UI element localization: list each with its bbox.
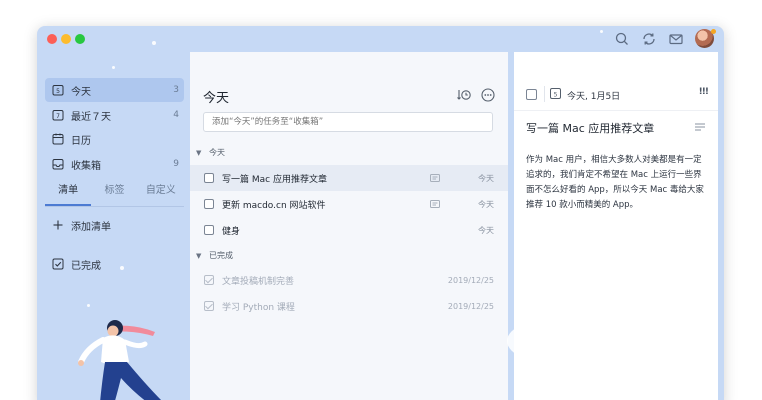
snowflake-decoration — [152, 41, 156, 45]
task-title: 写一篇 Mac 应用推荐文章 — [222, 174, 327, 185]
runner-illustration — [78, 320, 162, 400]
week-calendar-icon: 7 — [52, 109, 64, 121]
notification-dot — [711, 29, 716, 34]
search-icon[interactable] — [614, 31, 630, 47]
sidebar-item-label: 日历 — [71, 135, 91, 147]
sidebar-item-count: 9 — [173, 159, 179, 169]
task-title: 更新 macdo.cn 网站软件 — [222, 200, 326, 211]
plus-icon — [52, 219, 64, 231]
description-menu-icon[interactable] — [695, 123, 705, 131]
sync-icon[interactable] — [641, 31, 657, 47]
note-icon — [430, 200, 440, 208]
task-date: 今天 — [478, 225, 494, 235]
more-options-icon[interactable] — [480, 87, 496, 103]
sidebar-item-label: 最近７天 — [71, 111, 111, 123]
page-title: 今天 — [203, 91, 230, 106]
task-date: 今天 — [478, 173, 494, 183]
sidebar-item-calendar[interactable]: 日历 — [45, 127, 184, 151]
inbox-icon — [52, 158, 64, 170]
task-date: 2019/12/25 — [447, 275, 494, 285]
svg-text:5: 5 — [554, 92, 558, 99]
sidebar-tabs: 清单 标签 自定义 — [45, 180, 184, 206]
task-row[interactable]: 学习 Python 课程 2019/12/25 — [190, 293, 508, 319]
sidebar-item-label: 收集箱 — [71, 160, 101, 172]
task-date: 今天 — [478, 199, 494, 209]
sidebar-item-week[interactable]: 7 最近７天 4 — [45, 103, 184, 127]
task-row[interactable]: 更新 macdo.cn 网站软件 今天 — [190, 191, 508, 217]
add-list-label: 添加清单 — [71, 221, 111, 233]
chevron-down-icon: ▼ — [196, 251, 202, 260]
snowflake-decoration — [600, 30, 603, 33]
close-window-button[interactable] — [47, 34, 57, 44]
task-checkbox-checked[interactable] — [204, 301, 214, 311]
group-title: 今天 — [209, 148, 225, 157]
task-list-panel: 今天 ▼ 今天 写一篇 Mac 应用推荐文章 今天 更新 macdo.cn 网站… — [190, 52, 508, 400]
svg-text:5: 5 — [56, 88, 60, 95]
sidebar-divider — [45, 206, 184, 207]
task-title: 文章投稿机制完善 — [222, 276, 295, 287]
group-title: 已完成 — [209, 251, 233, 260]
minimize-window-button[interactable] — [61, 34, 71, 44]
sidebar-item-label: 今天 — [71, 86, 91, 98]
mail-icon[interactable] — [668, 31, 684, 47]
divider — [544, 86, 545, 102]
cloud-decoration — [557, 296, 637, 356]
tab-lists[interactable]: 清单 — [45, 180, 92, 206]
task-checkbox[interactable] — [204, 199, 214, 209]
sidebar-item-count: 3 — [173, 85, 179, 95]
detail-description[interactable]: 作为 Mac 用户，相信大多数人对美都是有一定追求的，我们肯定不希望在 Mac … — [526, 153, 708, 213]
title-bar — [37, 26, 724, 52]
task-checkbox[interactable] — [204, 173, 214, 183]
add-task-input[interactable] — [203, 112, 493, 132]
add-list-button[interactable]: 添加清单 — [45, 213, 184, 237]
tab-custom[interactable]: 自定义 — [138, 180, 184, 206]
task-row[interactable]: 文章投稿机制完善 2019/12/25 — [190, 267, 508, 293]
sidebar: 5 今天 3 7 最近７天 4 日历 收集箱 9 清单 标签 自定义 添加清单 … — [37, 52, 189, 400]
task-checkbox[interactable] — [204, 225, 214, 235]
task-row[interactable]: 健身 今天 — [190, 217, 508, 243]
group-header-completed[interactable]: ▼ 已完成 — [196, 250, 233, 261]
task-date: 2019/12/25 — [447, 301, 494, 311]
note-icon — [430, 174, 440, 182]
chevron-down-icon: ▼ — [196, 148, 202, 157]
task-title: 健身 — [222, 226, 241, 237]
detail-checkbox[interactable] — [526, 89, 537, 100]
detail-title[interactable]: 写一篇 Mac 应用推荐文章 — [526, 120, 654, 136]
svg-text:7: 7 — [56, 113, 60, 120]
task-row[interactable]: 写一篇 Mac 应用推荐文章 今天 — [190, 165, 508, 191]
today-calendar-icon: 5 — [52, 84, 64, 96]
calendar-icon — [52, 133, 64, 145]
sidebar-item-today[interactable]: 5 今天 3 — [45, 78, 184, 102]
priority-flag[interactable]: !!! — [699, 87, 709, 97]
app-window: 5 今天 3 7 最近７天 4 日历 收集箱 9 清单 标签 自定义 添加清单 … — [37, 26, 724, 400]
completed-check-icon — [52, 258, 64, 270]
divider — [514, 110, 718, 111]
sidebar-item-inbox[interactable]: 收集箱 9 — [45, 152, 184, 176]
tab-tags[interactable]: 标签 — [91, 180, 137, 206]
sort-clock-icon[interactable] — [456, 87, 472, 103]
group-header-today[interactable]: ▼ 今天 — [196, 147, 225, 158]
due-date-calendar-icon[interactable]: 5 — [550, 87, 561, 99]
sidebar-item-completed[interactable]: 已完成 — [45, 252, 184, 276]
task-title: 学习 Python 课程 — [222, 302, 295, 313]
sidebar-item-label: 已完成 — [71, 260, 101, 272]
sidebar-item-count: 4 — [173, 110, 179, 120]
task-checkbox-checked[interactable] — [204, 275, 214, 285]
due-date[interactable]: 今天, 1月5日 — [567, 89, 620, 102]
zoom-window-button[interactable] — [75, 34, 85, 44]
